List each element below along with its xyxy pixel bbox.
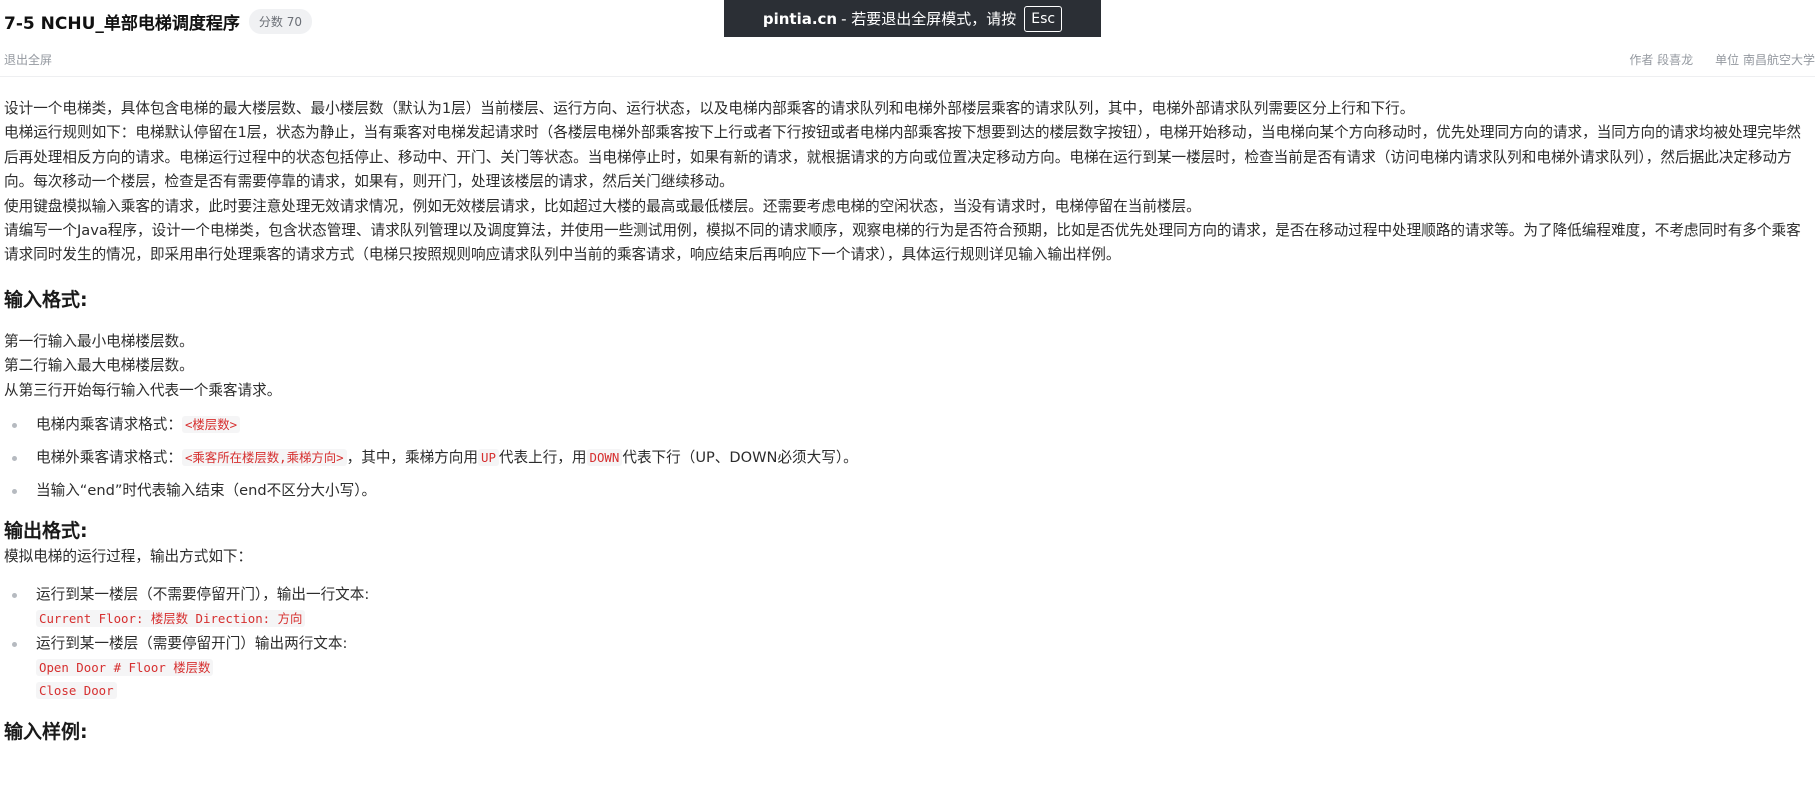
bullet-text: 代表上行，用: [498, 449, 587, 467]
bullet-text: 电梯内乘客请求格式：: [36, 416, 182, 434]
score-badge: 分数 70: [248, 8, 312, 34]
bullet-text: 当输入“end”时代表输入结束（end不区分大小写）。: [36, 482, 377, 500]
input-format-heading: 输入格式:: [4, 288, 88, 311]
esc-key-hint: Esc: [1024, 5, 1063, 32]
outer-request-format-code: <乘客所在楼层数,乘梯方向>: [181, 449, 347, 467]
input-line: 第一行输入最小电梯楼层数。: [4, 332, 194, 350]
down-code: DOWN: [586, 449, 623, 467]
bullet-text: 运行到某一楼层（不需要停留开门），输出一行文本:: [36, 586, 370, 604]
author-label: 作者 段喜龙: [1629, 53, 1694, 67]
fullscreen-notice-banner: pintia.cn - 若要退出全屏模式，请按 Esc: [724, 0, 1101, 37]
list-item: 电梯外乘客请求格式： <乘客所在楼层数,乘梯方向> ，其中，乘梯方向用 UP 代表上行，…: [4, 446, 1812, 470]
description-paragraph: 请编写一个Java程序，设计一个电梯类，包含状态管理、请求队列管理以及调度算法，…: [4, 222, 1801, 264]
banner-domain: pintia.cn: [762, 9, 838, 28]
banner-text: - 若要退出全屏模式，请按: [841, 10, 1017, 28]
bullet-text: 运行到某一楼层（需要停留开门）输出两行文本:: [36, 635, 348, 653]
list-item: 运行到某一楼层（需要停留开门）输出两行文本: Open Door # Floor…: [4, 632, 1812, 702]
header-divider: [0, 76, 1815, 77]
description-paragraph: 使用键盘模拟输入乘客的请求，此时要注意处理无效请求情况，例如无效楼层请求，比如超…: [4, 197, 1201, 215]
input-line: 从第三行开始每行输入代表一个乘客请求。: [4, 381, 282, 399]
input-format-lines: 第一行输入最小电梯楼层数。 第二行输入最大电梯楼层数。 从第三行开始每行输入代表…: [4, 330, 1812, 403]
close-door-output-code: Close Door: [36, 682, 117, 700]
unit-label: 单位 南昌航空大学: [1715, 53, 1815, 67]
bullet-text: ，其中，乘梯方向用: [346, 449, 478, 467]
bullet-text: 代表下行（UP、DOWN必须大写）。: [622, 449, 858, 467]
open-door-output-code: Open Door # Floor 楼层数: [36, 659, 214, 677]
list-item: 当输入“end”时代表输入结束（end不区分大小写）。: [4, 479, 1812, 503]
current-floor-output-code: Current Floor: 楼层数 Direction: 方向: [36, 610, 306, 628]
input-line: 第二行输入最大电梯楼层数。: [4, 357, 194, 375]
problem-title: 7-5 NCHU_单部电梯调度程序: [4, 13, 240, 34]
exit-fullscreen-link[interactable]: 退出全屏: [4, 51, 52, 68]
input-sample-heading: 输入样例:: [4, 721, 88, 744]
description-paragraph: 设计一个电梯类，具体包含电梯的最大楼层数、最小楼层数（默认为1层）当前楼层、运行…: [4, 100, 1415, 117]
output-format-list: 运行到某一楼层（不需要停留开门），输出一行文本: Current Floor: …: [4, 583, 1812, 702]
bullet-text: 电梯外乘客请求格式：: [36, 449, 182, 467]
list-item: 电梯内乘客请求格式： <楼层数>: [4, 413, 1812, 437]
problem-content: 设计一个电梯类，具体包含电梯的最大楼层数、最小楼层数（默认为1层）当前楼层、运行…: [4, 97, 1812, 746]
output-intro: 模拟电梯的运行过程，输出方式如下：: [4, 548, 253, 566]
up-code: UP: [478, 449, 499, 467]
floor-format-code: <楼层数>: [181, 416, 241, 434]
description-paragraph: 电梯运行规则如下：电梯默认停留在1层，状态为静止，当有乘客对电梯发起请求时（各楼…: [4, 124, 1802, 191]
input-format-list: 电梯内乘客请求格式： <楼层数> 电梯外乘客请求格式： <乘客所在楼层数,乘梯方向>…: [4, 413, 1812, 503]
problem-header: 7-5 NCHU_单部电梯调度程序 分数 70: [4, 8, 312, 34]
problem-meta: 作者 段喜龙 单位 南昌航空大学: [1629, 51, 1815, 68]
output-format-heading: 输出格式:: [4, 520, 88, 543]
list-item: 运行到某一楼层（不需要停留开门），输出一行文本: Current Floor: …: [4, 583, 1812, 630]
